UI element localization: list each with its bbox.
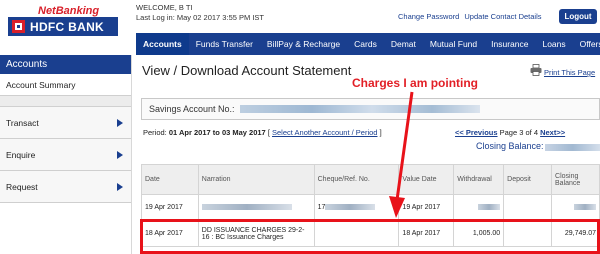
main-nav: Accounts Funds Transfer BillPay & Rechar… bbox=[136, 33, 600, 55]
welcome-text: WELCOME, B TI bbox=[136, 3, 193, 12]
arrow-right-icon bbox=[117, 183, 123, 191]
masked-account-number bbox=[240, 105, 480, 113]
pagination: << Previous Page 3 of 4 Next>> bbox=[455, 128, 565, 137]
col-closing-balance: Closing Balance bbox=[551, 164, 600, 195]
update-contact-link[interactable]: Update Contact Details bbox=[464, 12, 541, 21]
tab-accounts[interactable]: Accounts bbox=[136, 33, 189, 55]
annotation-label: Charges I am pointing bbox=[352, 76, 479, 90]
page-indicator: Page 3 of 4 bbox=[499, 128, 538, 137]
table-row: 19 Apr 2017 17 19 Apr 2017 bbox=[141, 194, 600, 221]
tab-demat[interactable]: Demat bbox=[384, 33, 423, 55]
col-deposit: Deposit bbox=[503, 164, 553, 195]
col-cheque-ref: Cheque/Ref. No. bbox=[313, 164, 400, 195]
period-line: Period: 01 Apr 2017 to 03 May 2017 [ Sel… bbox=[143, 128, 382, 137]
sidebar-item-enquire[interactable]: Enquire bbox=[0, 139, 131, 171]
col-withdrawal: Withdrawal bbox=[453, 164, 505, 195]
sidebar-item-label: Transact bbox=[6, 118, 39, 128]
period-label: Period: bbox=[143, 128, 167, 137]
tab-billpay-recharge[interactable]: BillPay & Recharge bbox=[260, 33, 347, 55]
cell-deposit bbox=[503, 194, 553, 221]
last-login-text: Last Log in: May 02 2017 3:55 PM IST bbox=[136, 13, 264, 22]
sidebar-item-transact[interactable]: Transact bbox=[0, 107, 131, 139]
sidebar-heading[interactable]: Accounts bbox=[0, 55, 131, 74]
netbanking-label: NetBanking bbox=[38, 5, 100, 17]
sidebar-item-account-summary[interactable]: Account Summary bbox=[0, 74, 131, 96]
col-value-date: Value Date bbox=[398, 164, 455, 195]
cell-date: 18 Apr 2017 bbox=[141, 220, 199, 247]
cell-ref bbox=[313, 220, 400, 247]
table-header-row: Date Narration Cheque/Ref. No. Value Dat… bbox=[141, 164, 600, 195]
bank-name: HDFC BANK bbox=[30, 20, 105, 34]
printer-icon[interactable] bbox=[530, 64, 542, 76]
cell-date: 19 Apr 2017 bbox=[141, 194, 199, 221]
account-label: Savings Account No.: bbox=[149, 104, 235, 114]
select-another-account-link[interactable]: Select Another Account / Period bbox=[272, 128, 377, 137]
arrow-right-icon bbox=[117, 151, 123, 159]
logout-button[interactable]: Logout bbox=[559, 9, 597, 24]
page-title: View / Download Account Statement bbox=[142, 63, 352, 78]
table-row: 18 Apr 2017 DD ISSUANCE CHARGES 29-2-16 … bbox=[141, 220, 600, 247]
tab-loans[interactable]: Loans bbox=[535, 33, 572, 55]
sidebar-item-label: Request bbox=[6, 182, 38, 192]
sidebar: Accounts Account Summary Transact Enquir… bbox=[0, 55, 132, 254]
hdfc-logo[interactable]: NetBanking HDFC BANK bbox=[4, 3, 118, 36]
closing-balance-label: Closing Balance: bbox=[476, 141, 544, 151]
period-value: 01 Apr 2017 to 03 May 2017 bbox=[168, 128, 266, 137]
cell-closing: 29,749.07 bbox=[551, 220, 600, 247]
cell-value-date: 18 Apr 2017 bbox=[398, 220, 455, 247]
top-links: Change Password Update Contact Details bbox=[398, 12, 545, 21]
tab-funds-transfer[interactable]: Funds Transfer bbox=[189, 33, 260, 55]
cell-narration bbox=[197, 194, 315, 221]
change-password-link[interactable]: Change Password bbox=[398, 12, 459, 21]
hdfc-mark-icon bbox=[12, 20, 25, 33]
cell-closing bbox=[551, 194, 600, 221]
previous-page-link[interactable]: << Previous bbox=[455, 128, 498, 137]
col-narration: Narration bbox=[197, 164, 315, 195]
tab-insurance[interactable]: Insurance bbox=[484, 33, 535, 55]
cell-withdrawal: 1,005.00 bbox=[453, 220, 505, 247]
print-page-link[interactable]: Print This Page bbox=[544, 68, 595, 77]
masked-ref bbox=[325, 204, 376, 211]
sidebar-item-label: Enquire bbox=[6, 150, 36, 160]
account-selector[interactable]: Savings Account No.: bbox=[141, 98, 600, 120]
bank-logo-box: HDFC BANK bbox=[8, 17, 118, 36]
masked-closing-balance bbox=[545, 144, 600, 151]
sidebar-item-request[interactable]: Request bbox=[0, 171, 131, 203]
next-page-link[interactable]: Next>> bbox=[540, 128, 565, 137]
col-date: Date bbox=[141, 164, 199, 195]
ref-prefix: 17 bbox=[317, 204, 326, 211]
cell-withdrawal bbox=[453, 194, 505, 221]
cell-narration: DD ISSUANCE CHARGES 29-2-16 : BC Issuanc… bbox=[197, 220, 315, 247]
cell-value-date: 19 Apr 2017 bbox=[398, 194, 455, 221]
masked-closing bbox=[574, 204, 596, 211]
tab-mutual-fund[interactable]: Mutual Fund bbox=[423, 33, 484, 55]
tab-offers[interactable]: Offers bbox=[573, 33, 600, 55]
sidebar-separator bbox=[0, 96, 131, 107]
cell-deposit bbox=[503, 220, 553, 247]
masked-withdrawal bbox=[478, 204, 501, 211]
arrow-right-icon bbox=[117, 119, 123, 127]
masked-narration bbox=[201, 204, 292, 211]
statement-table: Date Narration Cheque/Ref. No. Value Dat… bbox=[141, 164, 600, 247]
cell-ref: 17 bbox=[313, 194, 400, 221]
tab-cards[interactable]: Cards bbox=[347, 33, 384, 55]
